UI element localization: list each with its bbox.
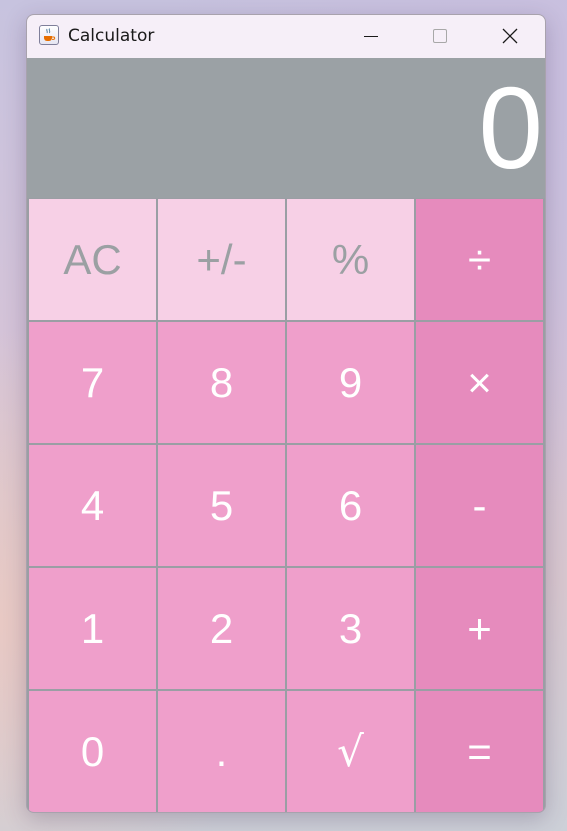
decimal-point-button[interactable]: .: [158, 691, 285, 812]
digit-6-button[interactable]: 6: [287, 445, 414, 566]
close-button[interactable]: [475, 15, 545, 58]
divide-button[interactable]: ÷: [416, 199, 543, 320]
digit-9-button[interactable]: 9: [287, 322, 414, 443]
calculator-window: Calculator 0 AC +/- % ÷ 7 8 9 × 4 5 6 - …: [26, 14, 546, 813]
plus-button[interactable]: +: [416, 568, 543, 689]
keypad: AC +/- % ÷ 7 8 9 × 4 5 6 - 1 2 3 + 0 . √…: [27, 198, 545, 812]
ac-button[interactable]: AC: [29, 199, 156, 320]
equals-button[interactable]: =: [416, 691, 543, 812]
digit-4-button[interactable]: 4: [29, 445, 156, 566]
multiply-button[interactable]: ×: [416, 322, 543, 443]
digit-1-button[interactable]: 1: [29, 568, 156, 689]
title-bar[interactable]: Calculator: [27, 15, 545, 58]
close-icon: [502, 28, 518, 44]
display-value: 0: [478, 63, 543, 193]
digit-5-button[interactable]: 5: [158, 445, 285, 566]
minus-button[interactable]: -: [416, 445, 543, 566]
sign-toggle-button[interactable]: +/-: [158, 199, 285, 320]
digit-8-button[interactable]: 8: [158, 322, 285, 443]
minimize-button[interactable]: [336, 15, 406, 58]
window-title: Calculator: [68, 26, 155, 46]
percent-button[interactable]: %: [287, 199, 414, 320]
digit-2-button[interactable]: 2: [158, 568, 285, 689]
result-display: 0: [27, 58, 545, 198]
maximize-icon: [433, 29, 447, 43]
minimize-icon: [364, 36, 378, 37]
java-coffee-cup-icon: [39, 25, 59, 45]
square-root-button[interactable]: √: [287, 691, 414, 812]
digit-3-button[interactable]: 3: [287, 568, 414, 689]
digit-7-button[interactable]: 7: [29, 322, 156, 443]
maximize-button[interactable]: [405, 15, 475, 58]
digit-0-button[interactable]: 0: [29, 691, 156, 812]
